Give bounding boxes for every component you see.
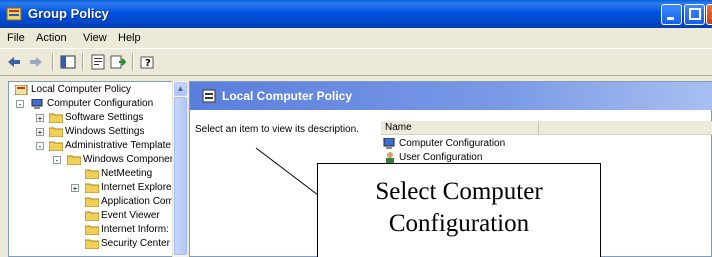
toolbar-separator	[52, 53, 54, 71]
list-item-label: Computer Configuration	[399, 138, 506, 149]
expander-glyph: +	[37, 128, 43, 137]
instruction-callout: Select Computer Configuration	[317, 163, 601, 257]
expand-toggle[interactable]: +	[36, 114, 44, 123]
expander-glyph: +	[37, 114, 43, 123]
tree-scrollbar[interactable]: ▲	[172, 81, 187, 257]
folder-icon	[67, 155, 81, 165]
forward-arrow-icon[interactable]	[28, 54, 44, 70]
details-header-title: Local Computer Policy	[222, 89, 353, 103]
scroll-up-arrow-icon[interactable]: ▲	[174, 82, 187, 96]
title-bar: Group Policy	[0, 0, 712, 28]
help-icon[interactable]: ?	[140, 54, 156, 70]
svg-text:?: ?	[145, 58, 151, 69]
tree-item-label: Application Com	[101, 196, 174, 207]
tree-item-label: Software Settings	[65, 112, 144, 123]
minimize-button[interactable]	[661, 4, 682, 25]
callout-line-2: Configuration	[388, 210, 530, 237]
tree-item-label: Windows Componer	[83, 154, 174, 165]
folder-icon	[85, 169, 99, 179]
tree-item-internet-explorer[interactable]: Internet Explore	[83, 181, 183, 195]
callout-line-1: Select Computer	[375, 178, 543, 205]
tree-item-software-settings[interactable]: Software Settings	[47, 111, 185, 125]
maximize-icon	[689, 8, 701, 20]
minimize-icon	[667, 17, 674, 20]
column-name[interactable]: Name	[385, 122, 412, 133]
toolbar-separator	[82, 53, 84, 71]
group-policy-icon	[6, 7, 22, 21]
folder-icon	[85, 239, 99, 249]
export-list-icon[interactable]	[110, 54, 126, 70]
back-arrow-icon[interactable]	[6, 54, 22, 70]
tree-item-local-computer-policy[interactable]: Local Computer Policy	[13, 83, 183, 97]
maximize-button[interactable]	[684, 4, 705, 25]
folder-icon	[49, 113, 63, 123]
collapse-toggle[interactable]: -	[16, 100, 24, 109]
menu-bar: File Action View Help	[0, 28, 712, 48]
description-text: Select an item to view its description.	[195, 124, 359, 135]
menu-view[interactable]: View	[83, 32, 107, 44]
folder-icon	[85, 211, 99, 221]
folder-icon	[49, 141, 63, 151]
tree-item-windows-components[interactable]: Windows Componer	[65, 153, 185, 167]
toolbar-separator	[132, 53, 134, 71]
computer-icon	[31, 99, 43, 109]
menu-file[interactable]: File	[7, 32, 25, 44]
expander-glyph: -	[55, 156, 59, 165]
tree-item-label: Event Viewer	[101, 210, 160, 221]
tree-item-windows-settings[interactable]: Windows Settings	[47, 125, 185, 139]
tree-item-internet-information-services[interactable]: Internet Inform:	[83, 223, 183, 237]
folder-icon	[85, 225, 99, 235]
policy-icon	[15, 85, 28, 95]
expander-glyph: -	[18, 100, 22, 109]
show-hide-tree-icon[interactable]	[60, 54, 76, 70]
tree-item-computer-configuration[interactable]: Computer Configuration	[29, 97, 185, 111]
folder-icon	[49, 127, 63, 137]
tree-item-administrative-templates[interactable]: Administrative Template	[47, 139, 185, 153]
tree-item-event-viewer[interactable]: Event Viewer	[83, 209, 183, 223]
computer-icon	[383, 138, 395, 149]
expand-toggle[interactable]: +	[71, 184, 79, 193]
collapse-toggle[interactable]: -	[36, 142, 44, 151]
tree-item-application-compatibility[interactable]: Application Com	[83, 195, 183, 209]
list-column-header: Name	[381, 121, 712, 135]
column-divider[interactable]	[538, 122, 539, 134]
folder-icon	[85, 183, 99, 193]
window-title: Group Policy	[28, 6, 109, 21]
expander-glyph: -	[38, 142, 42, 151]
details-header: Local Computer Policy	[190, 82, 712, 110]
tree-item-label: NetMeeting	[101, 168, 153, 179]
collapse-toggle[interactable]: -	[53, 156, 61, 165]
tree-item-label: Windows Settings	[65, 126, 145, 137]
tree-item-label: Internet Inform:	[101, 224, 169, 235]
tree-item-netmeeting[interactable]: NetMeeting	[83, 167, 183, 181]
tree-item-label: Internet Explore	[101, 182, 172, 193]
close-button[interactable]	[706, 4, 712, 25]
policy-scroll-icon	[202, 89, 216, 103]
folder-icon	[85, 197, 99, 207]
tree-item-security-center[interactable]: Security Center	[83, 237, 183, 251]
scroll-thumb[interactable]	[174, 97, 187, 255]
menu-action[interactable]: Action	[36, 32, 67, 44]
tree-item-label: Computer Configuration	[47, 98, 154, 109]
menu-help[interactable]: Help	[118, 32, 141, 44]
tree-item-label: Local Computer Policy	[31, 84, 132, 95]
expand-toggle[interactable]: +	[36, 128, 44, 137]
toolbar: ?	[0, 48, 712, 76]
tree-pane[interactable]: Local Computer Policy - Computer Configu…	[8, 81, 186, 257]
tree-item-label: Administrative Template	[65, 140, 171, 151]
properties-icon[interactable]	[90, 54, 106, 70]
tree-item-label: Security Center	[101, 238, 170, 249]
close-icon	[711, 10, 712, 19]
expander-glyph: +	[72, 184, 78, 193]
